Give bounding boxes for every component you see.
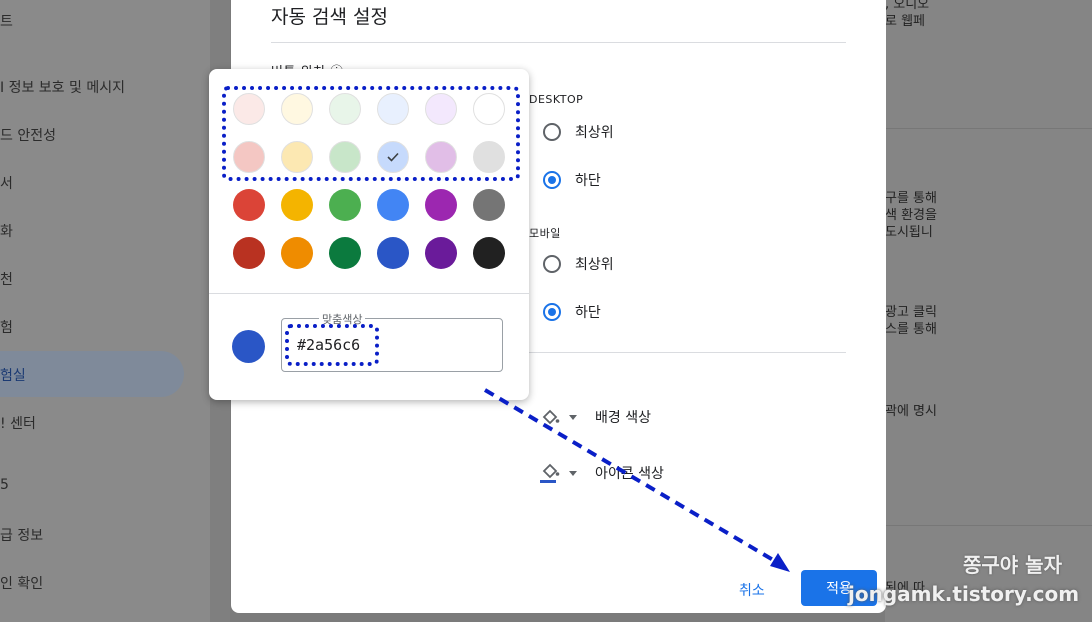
watermark-name: 쫑구야 놀자: [963, 553, 1062, 577]
annotation-arrow: [483, 388, 790, 572]
watermark-url: jongamk.tistory.com: [848, 582, 1080, 606]
